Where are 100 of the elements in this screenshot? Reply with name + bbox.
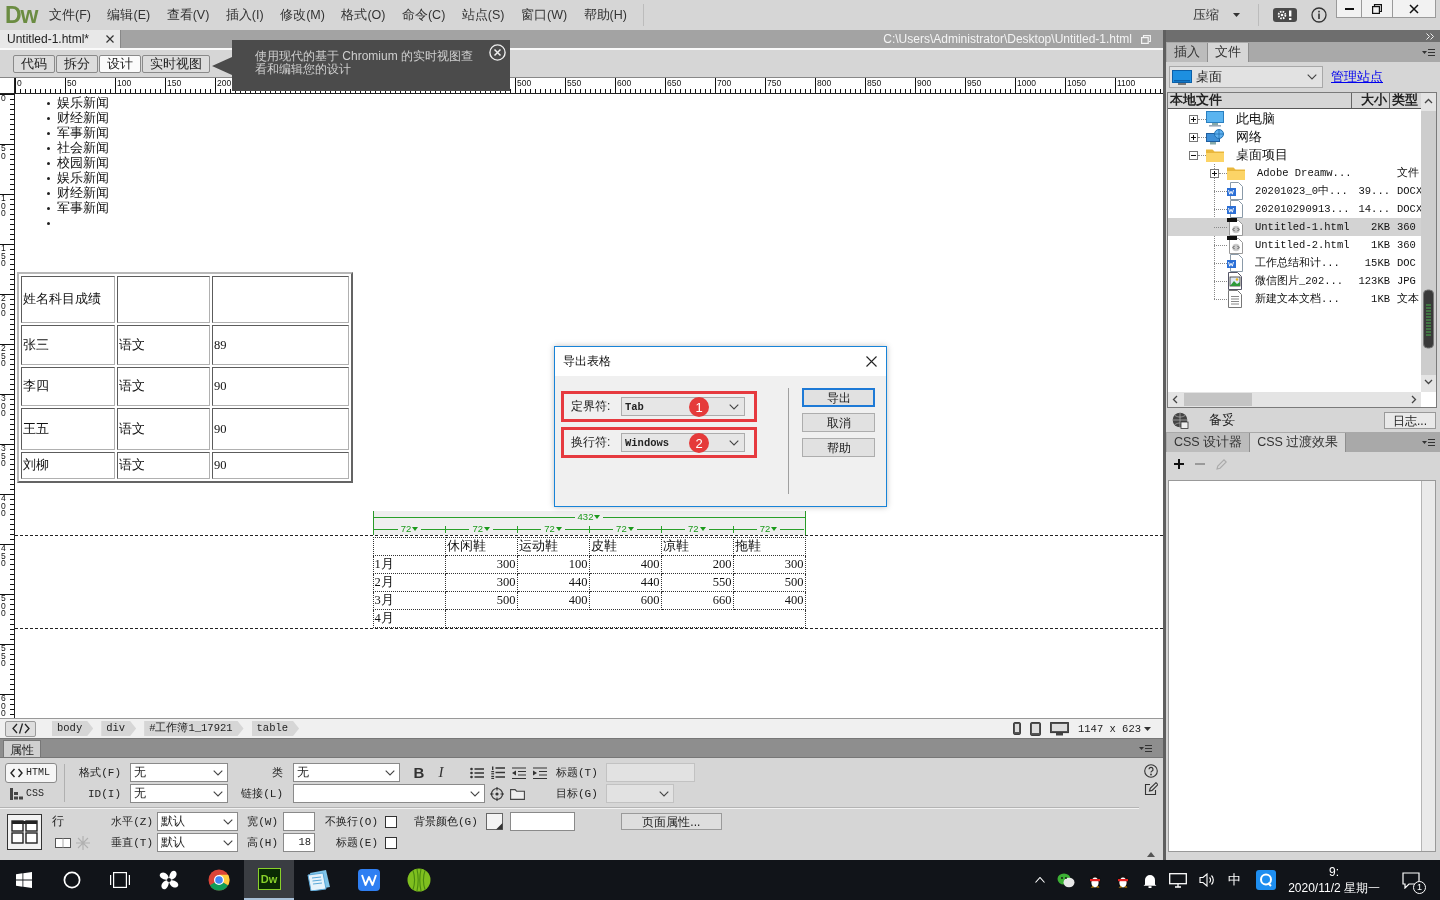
panel-menu-icon[interactable] [1422,48,1435,56]
numbered-list-icon[interactable] [491,766,505,779]
info-icon[interactable] [1311,7,1327,23]
chevron-up-icon[interactable] [1035,877,1046,883]
menu-item[interactable]: 编辑(E) [107,6,151,24]
width-field[interactable] [283,812,315,831]
vertical-align-dropdown[interactable]: 默认 [157,833,238,852]
menu-item[interactable]: 修改(M) [280,6,325,24]
log-button[interactable]: 日志... [1384,411,1436,429]
notification-icon[interactable] [1402,871,1420,889]
site-dropdown[interactable]: 桌面 [1169,66,1323,88]
file-row[interactable]: 工作总结和计... 15KB DOC [1168,254,1421,272]
monitor-icon[interactable] [1169,872,1188,888]
italic-button[interactable]: I [434,764,448,781]
close-button[interactable] [1393,0,1436,18]
column-header[interactable]: 本地文件 [1168,93,1352,108]
menu-item[interactable]: 窗口(W) [520,6,568,24]
file-row[interactable]: Untitled-1.html 2KB 360 [1168,218,1421,236]
menu-item[interactable]: 命令(C) [401,6,446,24]
chat-icon[interactable] [1057,872,1076,888]
id-dropdown[interactable]: 无 [130,784,228,803]
view-tab[interactable]: 设计 [99,54,141,73]
menu-item[interactable]: 插入(I) [225,6,264,24]
close-icon[interactable] [106,35,115,43]
file-row[interactable]: 此电脑 [1168,110,1421,128]
magnifier-app-icon[interactable] [1256,870,1277,890]
expand-toggle-icon[interactable] [1210,168,1219,178]
panel-tab[interactable]: 属性 [3,740,41,757]
dropdown[interactable]: Windows 2 [621,433,745,452]
html-mode-button[interactable]: HTML [5,762,57,783]
panel-menu-icon[interactable] [1139,744,1152,752]
checkbox[interactable] [385,836,397,849]
horizontal-scrollbar[interactable] [1168,392,1421,407]
expand-toggle-icon[interactable] [1189,114,1198,124]
file-row[interactable]: 新建文本文档... 1KB 文本 [1168,290,1421,308]
dialog-button[interactable]: 导出 [802,388,875,407]
expand-toggle-icon[interactable] [1189,132,1198,142]
panel-tab[interactable]: CSS 过渡效果 [1250,433,1347,452]
target-icon[interactable] [490,786,504,801]
gear-alert-icon[interactable] [1273,8,1297,22]
phone-icon[interactable] [1013,722,1021,735]
file-row[interactable]: 网络 [1168,128,1421,146]
tag-selector-item[interactable]: table [251,721,300,736]
restore-button[interactable] [1362,0,1393,18]
collapse-icon[interactable] [1426,32,1434,40]
file-row[interactable]: 微信图片_202... 123KB JPG [1168,272,1421,290]
tag-selector-item[interactable]: div [101,721,137,736]
tag-selector-item[interactable]: body [52,721,94,736]
bold-button[interactable]: B [412,764,426,781]
vertical-scrollbar[interactable] [1421,93,1436,392]
class-dropdown[interactable]: 无 [293,763,400,782]
outdent-icon[interactable] [512,766,526,779]
speaker-icon[interactable] [1199,873,1217,887]
format-dropdown[interactable]: 无 [130,763,228,782]
code-view-button[interactable] [5,720,36,737]
panel-tab[interactable]: 文件 [1208,43,1249,62]
link-field[interactable] [293,784,485,803]
panel-tab[interactable]: 插入 [1167,43,1208,62]
indent-icon[interactable] [533,766,547,779]
menu-item[interactable]: 格式(O) [341,6,386,24]
menu-item[interactable]: 站点(S) [461,6,505,24]
dropdown[interactable]: Tab 1 [621,397,745,416]
collapse-toggle-icon[interactable] [1189,150,1198,160]
horizontal-align-dropdown[interactable]: 默认 [157,812,238,831]
menu-item[interactable]: 文件(F) [49,6,91,24]
view-tab[interactable]: 代码 [13,54,55,73]
plus-icon[interactable] [1174,459,1184,469]
workspace-dropdown[interactable]: 压缩 [1187,6,1246,24]
dialog-button[interactable]: 帮助 [802,438,875,457]
view-tab[interactable]: 实时视图 [142,54,210,73]
folder-icon[interactable] [510,787,525,800]
vertical-scrollbar[interactable] [1421,481,1435,851]
manage-sites-link[interactable]: 管理站点 [1331,68,1383,86]
file-row[interactable]: Untitled-2.html 1KB 360 [1168,236,1421,254]
bulleted-list-icon[interactable] [470,766,484,779]
desktop-icon[interactable] [1050,721,1069,736]
merge-cells-icon[interactable] [55,837,71,848]
file-row[interactable]: Adobe Dreamw... 文件 [1168,164,1421,182]
input-method-indicator[interactable]: 中 [1228,871,1242,889]
close-icon[interactable] [866,356,877,367]
css-mode-button[interactable]: CSS [5,783,57,804]
color-swatch-icon[interactable] [485,813,503,830]
menu-item[interactable]: 查看(V) [166,6,210,24]
minimize-button[interactable] [1336,0,1362,18]
tablet-icon[interactable] [1030,721,1041,736]
dialog-button[interactable]: 取消 [802,413,875,432]
file-row[interactable]: 桌面项目 [1168,146,1421,164]
column-header[interactable]: 类型 [1390,93,1421,108]
help-icon[interactable] [1144,764,1158,778]
panel-tab[interactable]: CSS 设计器 [1167,433,1251,452]
tag-selector-item[interactable]: #工作簿1_17921 [144,721,244,736]
panel-menu-icon[interactable] [1422,438,1435,446]
page-properties-button[interactable]: 页面属性... [620,813,722,830]
column-header[interactable]: 大小 [1351,93,1391,108]
expand-up-icon[interactable] [1147,852,1155,857]
document-tab[interactable]: Untitled-1.html* [0,30,122,48]
checkbox[interactable] [385,815,397,828]
menu-item[interactable]: 帮助(H) [583,6,627,24]
height-field[interactable]: 18 [283,833,315,852]
bell-icon[interactable] [1143,872,1158,888]
